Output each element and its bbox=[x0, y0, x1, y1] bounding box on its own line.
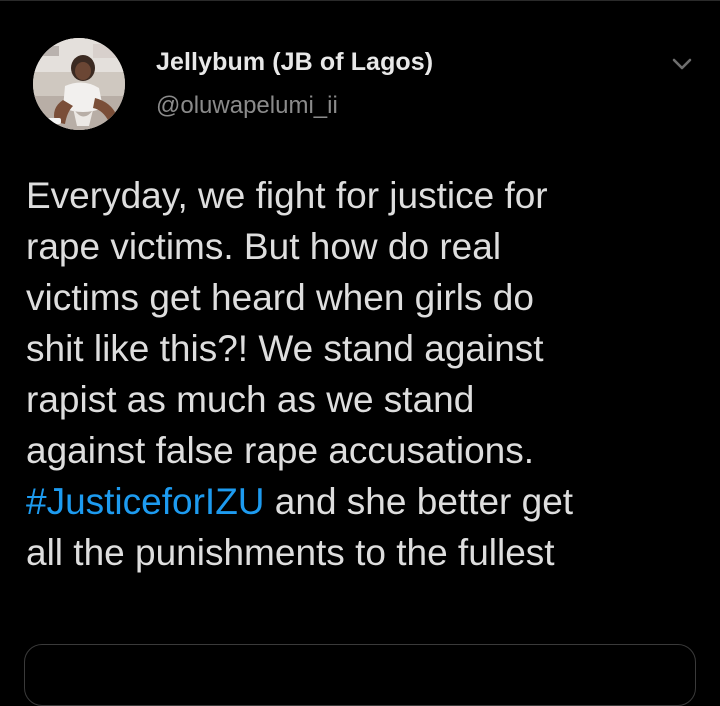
tweet-text-segment: and she better get bbox=[264, 481, 574, 522]
chevron-down-icon[interactable] bbox=[668, 50, 696, 78]
tweet-text: Everyday, we fight for justice for rape … bbox=[26, 170, 706, 578]
tweet-line: Everyday, we fight for justice for bbox=[26, 175, 548, 216]
tweet-line: against false rape accusations. bbox=[26, 430, 535, 471]
avatar[interactable] bbox=[33, 38, 125, 130]
tweet: Jellybum (JB of Lagos) @oluwapelumi_ii E… bbox=[0, 0, 720, 706]
tweet-line: shit like this?! We stand against bbox=[26, 328, 544, 369]
tweet-line: rape victims. But how do real bbox=[26, 226, 502, 267]
author-handle[interactable]: @oluwapelumi_ii bbox=[156, 92, 338, 120]
quoted-tweet-card[interactable] bbox=[24, 644, 696, 706]
tweet-line-with-hashtag: #JusticeforIZU and she better get bbox=[26, 476, 706, 527]
hashtag-link[interactable]: #JusticeforIZU bbox=[26, 481, 265, 522]
author-display-name[interactable]: Jellybum (JB of Lagos) bbox=[156, 48, 433, 77]
tweet-line: rapist as much as we stand bbox=[26, 379, 475, 420]
avatar-photo bbox=[33, 38, 125, 130]
tweet-line: victims get heard when girls do bbox=[26, 277, 534, 318]
tweet-line: all the punishments to the fullest bbox=[26, 532, 555, 573]
